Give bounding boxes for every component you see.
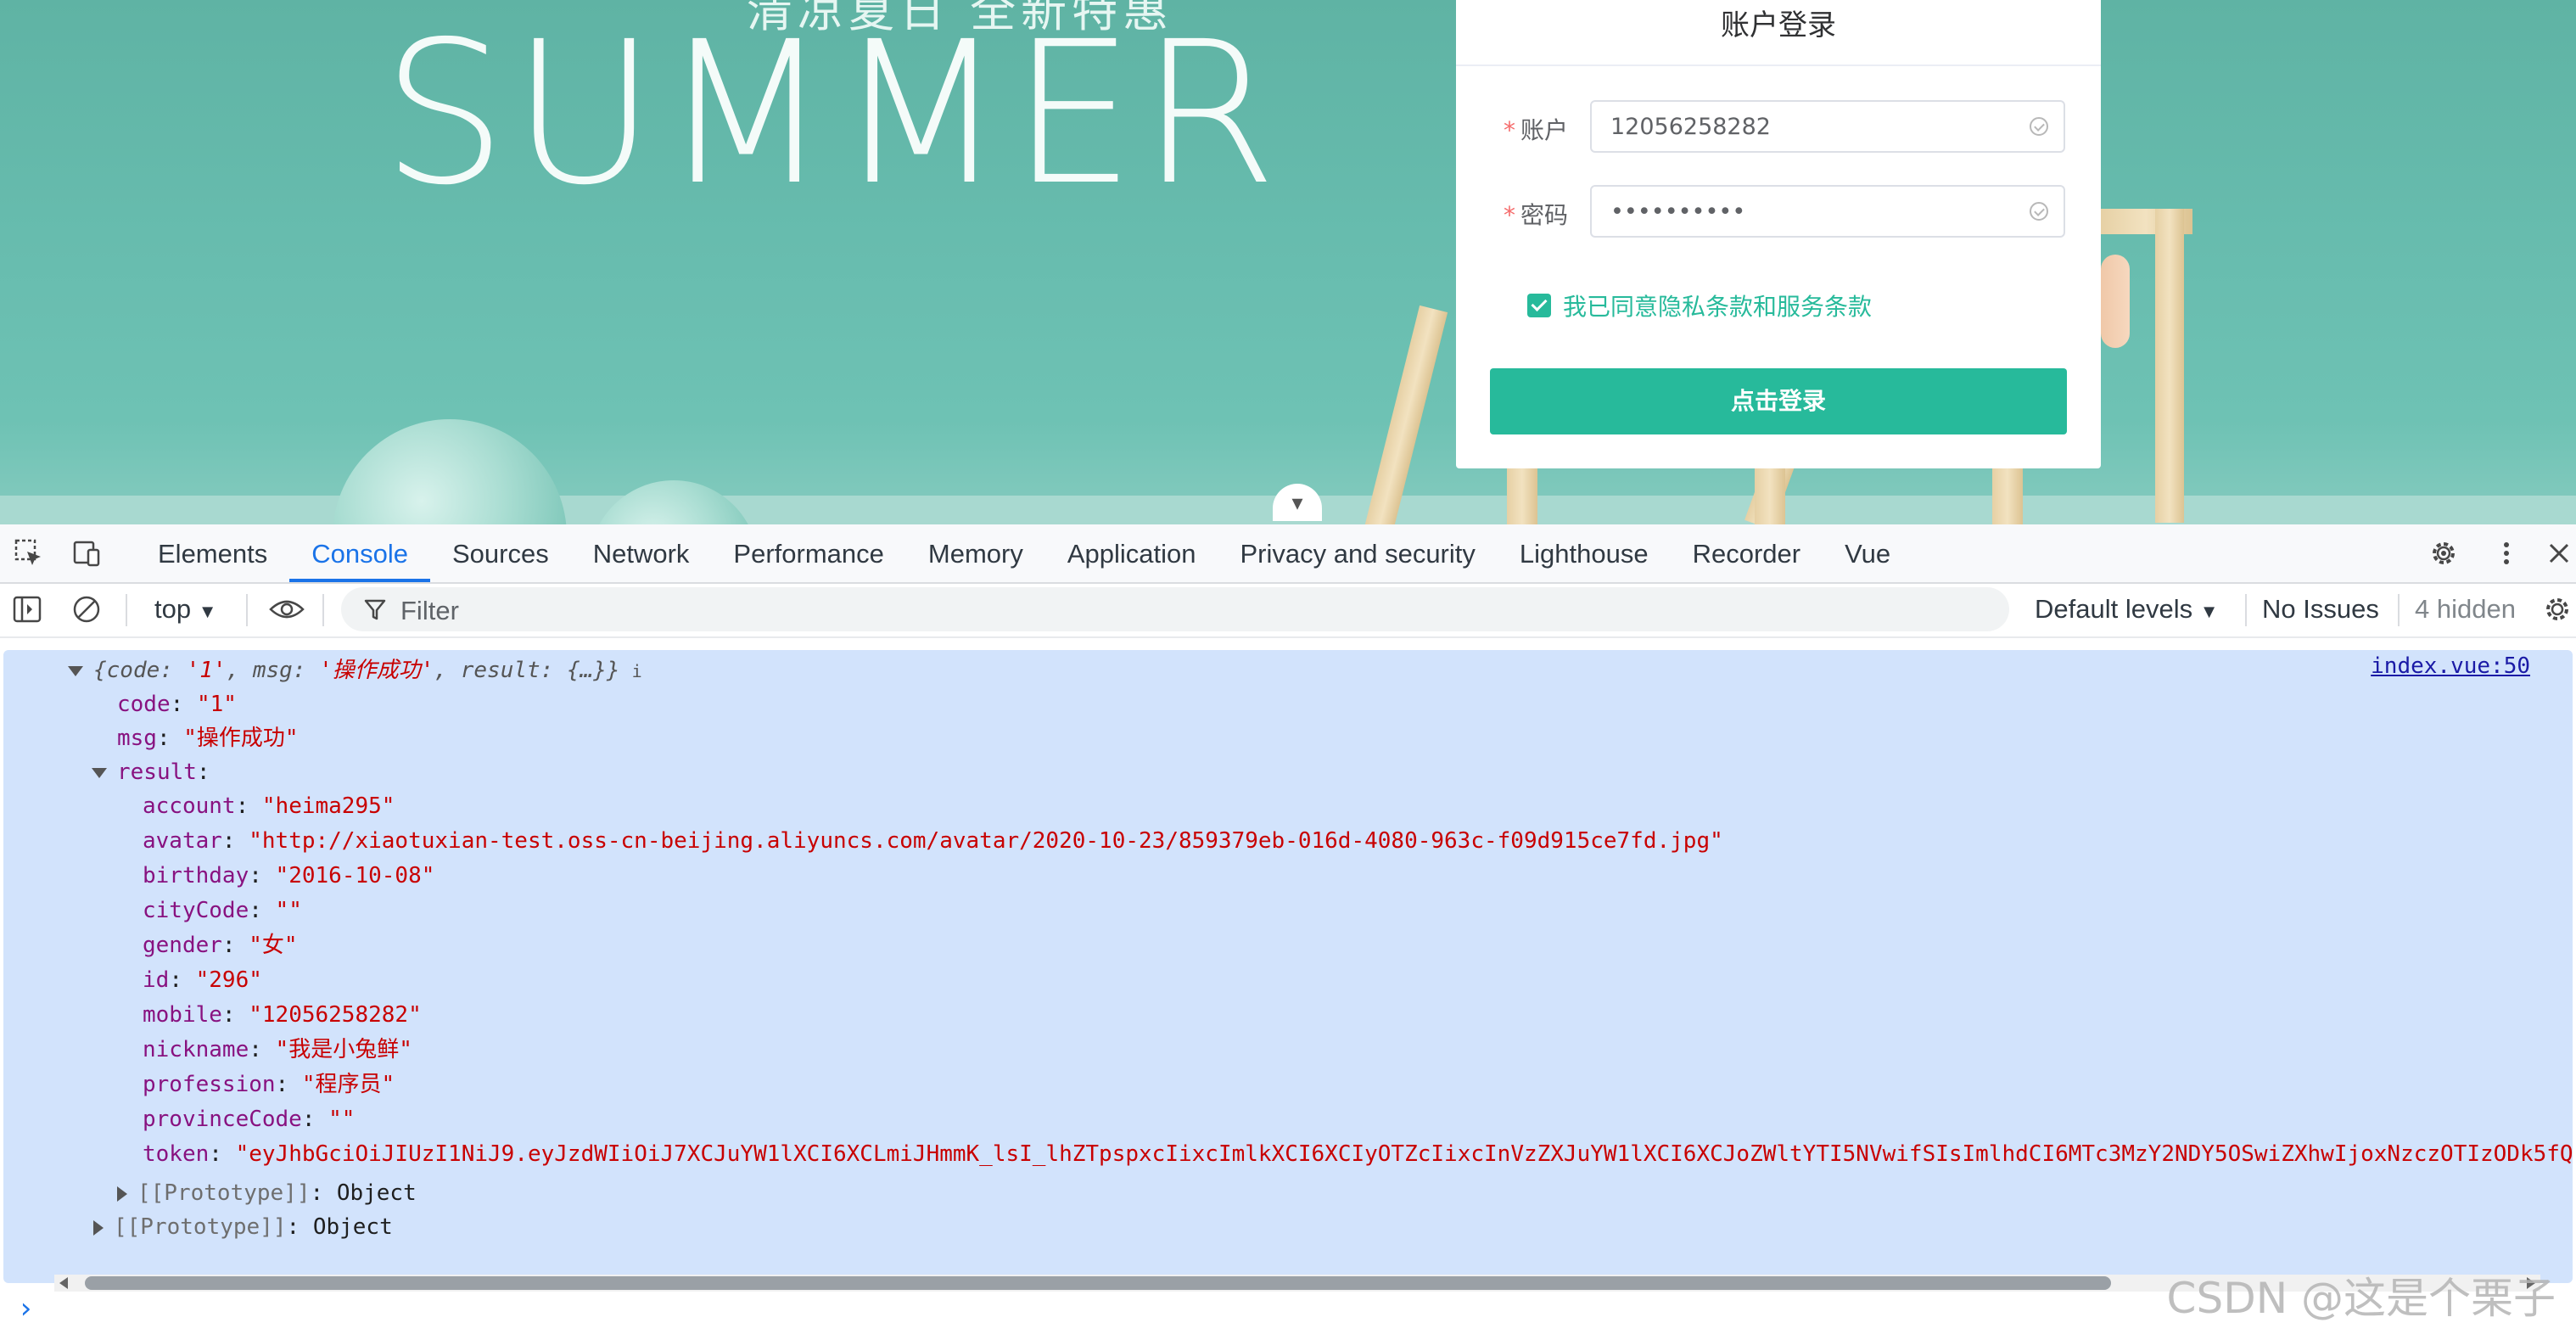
login-button[interactable]: 点击登录 bbox=[1490, 368, 2067, 434]
prop-msg: msg: "操作成功" bbox=[117, 726, 299, 751]
valid-check-icon bbox=[2030, 117, 2048, 136]
field-profession: profession: "程序员" bbox=[143, 1072, 395, 1097]
eye-icon[interactable] bbox=[268, 594, 305, 625]
expand-triangle-icon[interactable] bbox=[92, 767, 107, 778]
tab-vue[interactable]: Vue bbox=[1823, 524, 1912, 582]
inspect-element-icon[interactable] bbox=[14, 538, 44, 569]
chevron-down-icon: ▾ bbox=[1291, 490, 1303, 516]
field-provinceCode: provinceCode: "" bbox=[143, 1107, 356, 1132]
password-input[interactable]: •••••••••• bbox=[1590, 185, 2065, 238]
devtools-tabbar: Elements Console Sources Network Performance… bbox=[0, 524, 2576, 584]
tab-lighthouse[interactable]: Lighthouse bbox=[1498, 524, 1671, 582]
password-label: * 密码 bbox=[1504, 201, 1569, 229]
devtools-tabs: Elements Console Sources Network Performance… bbox=[136, 524, 1912, 582]
sidebar-toggle-icon[interactable] bbox=[12, 594, 42, 625]
proto-outer[interactable]: [[Prototype]]: Object bbox=[93, 1212, 393, 1242]
tab-memory[interactable]: Memory bbox=[906, 524, 1045, 582]
tab-console[interactable]: Console bbox=[289, 524, 430, 582]
field-nickname: nickname: "我是小兔鲜" bbox=[143, 1037, 412, 1062]
gear-icon[interactable] bbox=[2428, 538, 2459, 569]
easel-foot-left bbox=[1507, 468, 1537, 524]
console-prompt[interactable]: › bbox=[17, 1292, 34, 1326]
tab-privacy-and-security[interactable]: Privacy and security bbox=[1218, 524, 1498, 582]
field-mobile: mobile: "12056258282" bbox=[143, 1002, 422, 1028]
devtools-panel: Elements Console Sources Network Performance… bbox=[0, 524, 2576, 1334]
log-entry: index.vue:50 {code: '1', msg: '操作成功', re… bbox=[3, 650, 2576, 1283]
field-id: id: "296" bbox=[143, 967, 262, 993]
decor-ball-large bbox=[333, 419, 567, 524]
scroll-left-icon[interactable] bbox=[59, 1277, 68, 1289]
issues-button[interactable]: No Issues bbox=[2262, 594, 2379, 625]
tab-network[interactable]: Network bbox=[571, 524, 712, 582]
easel-leg-left bbox=[1364, 305, 1448, 524]
filter-icon bbox=[364, 599, 386, 620]
tab-application[interactable]: Application bbox=[1045, 524, 1218, 582]
agree-checkbox[interactable]: 我已同意隐私条款和服务条款 bbox=[1527, 289, 1873, 321]
password-row: * 密码 •••••••••• bbox=[1456, 185, 2101, 239]
hero-title: SUMMER bbox=[382, 0, 1283, 228]
scrollbar-thumb[interactable] bbox=[85, 1276, 2111, 1290]
info-icon: i bbox=[631, 661, 642, 681]
tab-performance[interactable]: Performance bbox=[711, 524, 905, 582]
collapsed-triangle-icon[interactable] bbox=[117, 1185, 127, 1202]
log-levels-dropdown[interactable]: Default levels ▼ bbox=[2035, 594, 2219, 625]
console-toolbar: top ▼ Filter Default levels ▼ No Issues … bbox=[0, 584, 2576, 638]
close-icon[interactable] bbox=[2544, 538, 2574, 569]
page-viewport: 清凉夏日 全新特惠 SUMMER 账户登录 * 账户 12056258282 * 密… bbox=[0, 0, 2576, 524]
easel-foot-mid bbox=[1755, 468, 1785, 524]
source-link[interactable]: index.vue:50 bbox=[2371, 653, 2530, 679]
easel-frame-post bbox=[2155, 209, 2184, 523]
watermark: CSDN @这是个栗子 bbox=[2166, 1274, 2556, 1323]
expand-triangle-icon[interactable] bbox=[68, 665, 83, 676]
collapsed-triangle-icon[interactable] bbox=[93, 1219, 104, 1236]
filter-placeholder: Filter bbox=[400, 596, 459, 625]
context-selector[interactable]: top ▼ bbox=[154, 594, 217, 625]
decor-cactus bbox=[2101, 255, 2130, 348]
login-title: 账户登录 bbox=[1721, 8, 1836, 42]
field-account: account: "heima295" bbox=[143, 793, 395, 819]
easel-foot-right bbox=[1992, 468, 2023, 524]
console-output: index.vue:50 {code: '1', msg: '操作成功', re… bbox=[0, 640, 2576, 1334]
field-birthday: birthday: "2016-10-08" bbox=[143, 863, 435, 888]
account-row: * 账户 12056258282 bbox=[1456, 100, 2101, 154]
account-input[interactable]: 12056258282 bbox=[1590, 100, 2065, 153]
device-toolbar-icon[interactable] bbox=[71, 538, 102, 569]
valid-check-icon bbox=[2030, 202, 2048, 221]
filter-input[interactable]: Filter bbox=[341, 587, 2009, 631]
proto-inner[interactable]: [[Prototype]]: Object bbox=[117, 1178, 417, 1208]
login-card: 账户登录 * 账户 12056258282 * 密码 •••••••••• 我已同意… bbox=[1456, 0, 2101, 468]
tab-elements[interactable]: Elements bbox=[136, 524, 289, 582]
field-cityCode: cityCode: "" bbox=[143, 898, 302, 923]
checkbox-checked-icon[interactable] bbox=[1527, 294, 1551, 317]
field-avatar: avatar: "http://xiaotuxian-test.oss-cn-b… bbox=[143, 828, 1723, 854]
hidden-count: 4 hidden bbox=[2415, 594, 2516, 624]
login-card-header: 账户登录 bbox=[1456, 0, 2101, 66]
tab-sources[interactable]: Sources bbox=[430, 524, 571, 582]
field-token: token: "eyJhbGciOiJIUzI1NiJ9.eyJzdWIiOiJ… bbox=[143, 1141, 2576, 1167]
account-label: * 账户 bbox=[1504, 116, 1569, 144]
more-options-icon[interactable] bbox=[2491, 538, 2522, 569]
object-summary[interactable]: {code: '1', msg: '操作成功', result: {…}} i bbox=[68, 655, 642, 687]
agree-text: 我已同意隐私条款和服务条款 bbox=[1563, 293, 1873, 321]
prop-code: code: "1" bbox=[117, 692, 237, 717]
prop-result[interactable]: result: bbox=[92, 757, 210, 788]
field-gender: gender: "女" bbox=[143, 933, 298, 958]
collapse-devtools-toggle[interactable]: ▾ bbox=[1273, 484, 1322, 521]
tab-recorder[interactable]: Recorder bbox=[1671, 524, 1823, 582]
password-value: •••••••••• bbox=[1610, 199, 1746, 225]
account-value: 12056258282 bbox=[1610, 114, 1771, 140]
clear-console-icon[interactable] bbox=[71, 594, 102, 625]
console-settings-icon[interactable] bbox=[2542, 594, 2573, 625]
